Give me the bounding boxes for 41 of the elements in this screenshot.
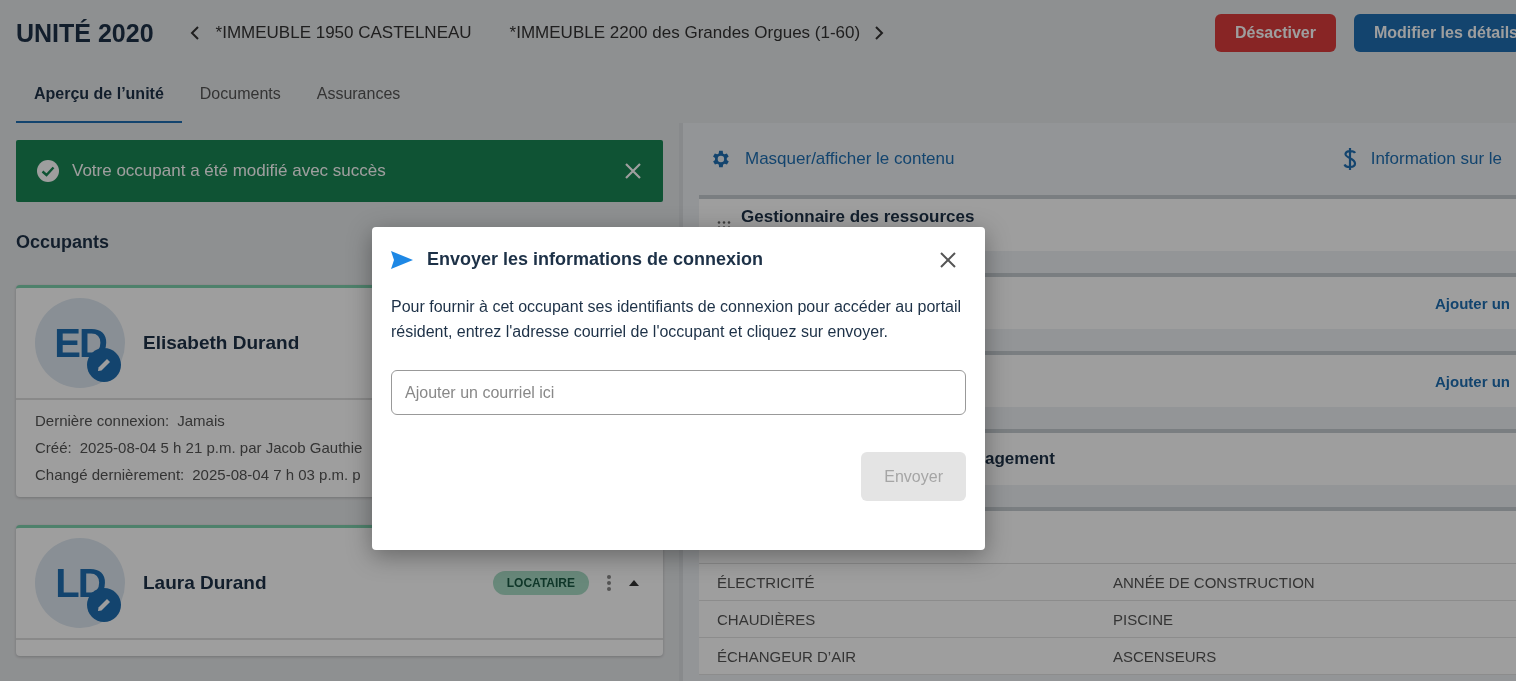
tab[interactable]: Aperçu de l’unité	[16, 66, 182, 123]
detail-label: Changé dernièrement:	[35, 466, 185, 483]
action-link[interactable]: Masquer/afficher le contenu	[709, 148, 955, 170]
close-icon[interactable]	[940, 251, 956, 268]
dialog-text: Pour fournir à cet occupant ses identifiants de connexion pour accéder au portail résident, entrez l'adresse courriel de l'occupant et cliquez sur envoyer.	[391, 297, 963, 342]
tab[interactable]: Documents	[181, 66, 299, 123]
dollar-icon	[1342, 147, 1357, 171]
detail-value: Jamais	[177, 412, 225, 429]
check-circle-icon	[36, 159, 60, 183]
kebab-menu-icon[interactable]	[607, 575, 611, 591]
table-cell-text: ÉLECTRICITÉ	[717, 573, 816, 591]
detail-value: 2025-08-04 5 h 21 p.m. par Jacob Gauthie	[79, 439, 363, 456]
send-icon	[391, 250, 413, 269]
occupant-name: Elisabeth Durand	[143, 332, 300, 354]
email-field[interactable]: Ajouter un courriel ici	[391, 370, 966, 415]
detail-value: 2025-08-04 7 h 03 p.m. p	[192, 466, 361, 483]
add-link[interactable]: Ajouter un	[1435, 294, 1510, 312]
chevron-left-icon[interactable]	[189, 26, 200, 40]
deactivate-button[interactable]: Désactiver	[1215, 14, 1336, 52]
unit-title: UNITÉ 2020	[16, 18, 154, 48]
detail-label: Dernière connexion:	[35, 412, 170, 429]
detail-label: Créé:	[35, 439, 72, 456]
chevron-right-icon[interactable]	[874, 26, 885, 40]
table-cell-text: CHAUDIÈRES	[717, 610, 817, 628]
table-cell-text: ASCENSEURS	[1113, 647, 1218, 665]
tenant-badge: LOCATAIRE	[492, 571, 589, 595]
occupant-name: Laura Durand	[143, 572, 267, 594]
section-title: agement	[985, 449, 1055, 469]
add-link[interactable]: Ajouter un	[1435, 372, 1510, 390]
table-cell-text: PISCINE	[1113, 610, 1174, 628]
dialog-title: Envoyer les informations de connexion	[427, 249, 764, 270]
tab[interactable]: Assurances	[298, 66, 419, 123]
action-link[interactable]: Information sur le	[1342, 147, 1502, 171]
table-cell-text: ANNÉE DE CONSTRUCTION	[1113, 573, 1316, 591]
toast-message: Votre occupant a été modifié avec succès	[72, 161, 387, 181]
caret-up-icon[interactable]	[629, 580, 639, 586]
table-cell-text: ÉCHANGEUR D’AIR	[717, 647, 858, 665]
building-link[interactable]: *IMMEUBLE 2200 des Grandes Orgues (1-60)	[509, 23, 861, 43]
section-title: Occupants	[16, 232, 111, 253]
section-title: Gestionnaire des ressources	[741, 207, 975, 227]
building-link[interactable]: *IMMEUBLE 1950 CASTELNEAU	[215, 23, 472, 43]
